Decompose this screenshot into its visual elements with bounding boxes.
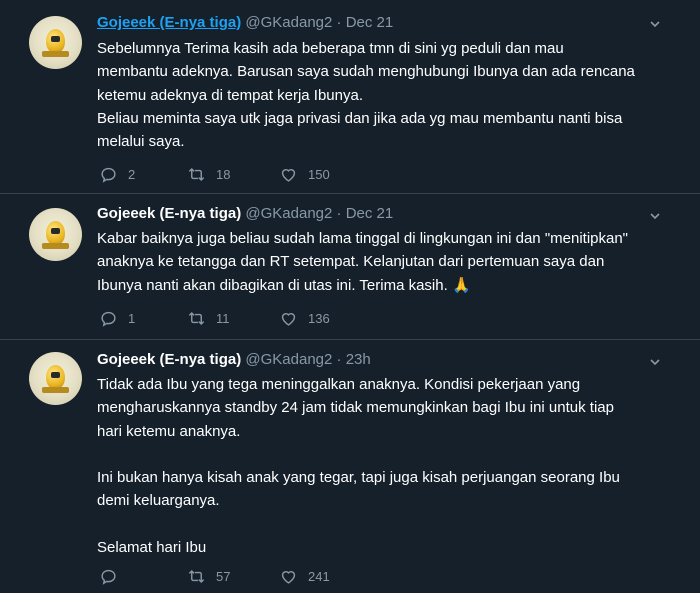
- reply-button[interactable]: 1: [99, 308, 135, 328]
- heart-icon: [281, 570, 296, 584]
- user-handle[interactable]: @GKadang2: [245, 14, 332, 31]
- chevron-down-icon[interactable]: [650, 211, 660, 221]
- display-name[interactable]: Gojeeek (E-nya tiga): [97, 14, 241, 31]
- like-button[interactable]: 150: [279, 164, 330, 184]
- separator-dot: ·: [336, 351, 342, 368]
- heart-icon: [281, 168, 296, 182]
- like-count: 150: [308, 166, 330, 182]
- reply-button[interactable]: 2: [99, 164, 135, 184]
- retweet-button[interactable]: 18: [187, 164, 230, 184]
- avatar-base: [42, 243, 69, 249]
- reply-count: 1: [128, 310, 136, 326]
- reply-icon: [101, 569, 116, 585]
- like-count: 241: [308, 568, 330, 584]
- chevron-down-icon[interactable]: [650, 19, 660, 29]
- retweet-count: 11: [216, 310, 230, 326]
- user-handle[interactable]: @GKadang2: [245, 205, 332, 222]
- tweet-text-body: Kabar baiknya juga beliau sudah lama tin…: [97, 230, 629, 294]
- retweet-icon: [188, 167, 205, 181]
- tweet-text: Kabar baiknya juga beliau sudah lama tin…: [97, 227, 657, 297]
- timestamp[interactable]: Dec 21: [346, 205, 394, 222]
- praying-hands-emoji: 🙏: [451, 276, 471, 294]
- avatar-figure: [46, 365, 65, 389]
- avatar-base: [42, 387, 69, 393]
- timestamp[interactable]: Dec 21: [346, 14, 394, 31]
- tweet-actions: 1 11 136: [97, 308, 397, 328]
- avatar-figure: [46, 221, 65, 245]
- heart-icon: [281, 312, 296, 326]
- tweet[interactable]: Gojeeek (E-nya tiga) @GKadang2 · Dec 21 …: [0, 194, 700, 340]
- retweet-icon: [188, 311, 205, 325]
- retweet-icon: [188, 569, 205, 583]
- avatar-base: [42, 51, 69, 57]
- tweet-actions: 2 18 150: [97, 164, 397, 184]
- tweet-header: Gojeeek (E-nya tiga) @GKadang2 · 23h: [97, 350, 371, 370]
- separator-dot: ·: [336, 14, 342, 31]
- like-count: 136: [308, 310, 330, 326]
- avatar[interactable]: [29, 352, 82, 405]
- user-handle[interactable]: @GKadang2: [245, 351, 332, 368]
- separator-dot: ·: [336, 205, 342, 222]
- timestamp[interactable]: 23h: [346, 351, 371, 368]
- retweet-count: 18: [216, 166, 231, 182]
- avatar[interactable]: [29, 208, 82, 261]
- reply-button[interactable]: [99, 566, 128, 586]
- tweet-actions: 57 241: [97, 566, 397, 586]
- retweet-count: 57: [216, 568, 231, 584]
- tweet-thread: Gojeeek (E-nya tiga) @GKadang2 · Dec 21 …: [0, 0, 700, 593]
- tweet[interactable]: Gojeeek (E-nya tiga) @GKadang2 · 23h Tid…: [0, 340, 700, 593]
- tweet-header: Gojeeek (E-nya tiga) @GKadang2 · Dec 21: [97, 13, 393, 33]
- avatar[interactable]: [29, 16, 82, 69]
- retweet-button[interactable]: 11: [187, 308, 230, 328]
- tweet-header: Gojeeek (E-nya tiga) @GKadang2 · Dec 21: [97, 204, 393, 224]
- display-name[interactable]: Gojeeek (E-nya tiga): [97, 205, 241, 222]
- like-button[interactable]: 136: [279, 308, 330, 328]
- tweet[interactable]: Gojeeek (E-nya tiga) @GKadang2 · Dec 21 …: [0, 0, 700, 194]
- tweet-text: Tidak ada Ibu yang tega meninggalkan ana…: [97, 376, 620, 557]
- retweet-button[interactable]: 57: [187, 566, 230, 586]
- avatar-figure: [46, 29, 65, 53]
- chevron-down-icon[interactable]: [650, 357, 660, 367]
- tweet-text: Sebelumnya Terima kasih ada beberapa tmn…: [97, 40, 635, 151]
- like-button[interactable]: 241: [279, 566, 330, 586]
- display-name[interactable]: Gojeeek (E-nya tiga): [97, 351, 241, 368]
- reply-count: 2: [128, 166, 136, 182]
- reply-icon: [101, 311, 116, 327]
- reply-icon: [101, 167, 116, 183]
